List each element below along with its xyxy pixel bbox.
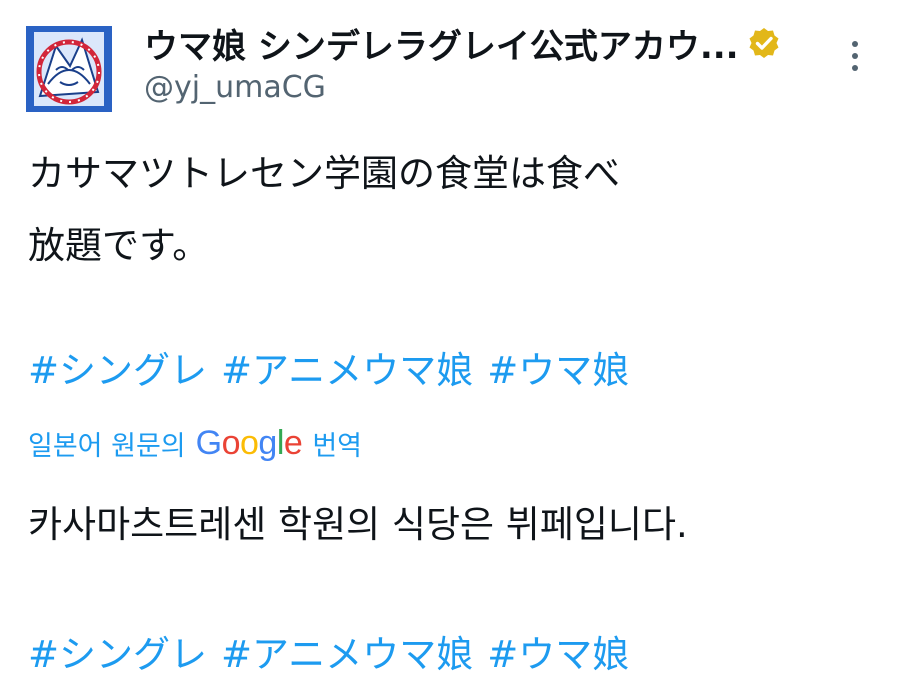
display-name[interactable]: ウマ娘 シンデレラグレイ公式アカウ... — [144, 19, 739, 68]
google-logo: Google — [195, 423, 303, 462]
tweet-text: カサマツトレセン学園の食堂は食べ 放題です。 — [28, 138, 888, 282]
tweet-hashtags: #シングレ #アニメウマ娘 #ウマ娘 — [28, 340, 629, 394]
author-handle[interactable]: @yj_umaCG — [144, 70, 326, 105]
verified-badge-icon — [747, 26, 781, 60]
hashtag-link[interactable]: #アニメウマ娘 — [221, 349, 473, 392]
tweet-text-line: 放題です。 — [28, 224, 210, 267]
translation-prefix: 일본어 원문의 — [28, 430, 186, 462]
hashtag-link[interactable]: #ウマ娘 — [487, 633, 629, 676]
author-name-row[interactable]: ウマ娘 シンデレラグレイ公式アカウ... — [144, 18, 781, 68]
tweet-container: ウマ娘 シンデレラグレイ公式アカウ... @yj_umaCG カサマツトレセン学… — [0, 0, 900, 698]
more-vertical-icon — [852, 41, 858, 47]
more-vertical-icon-dot — [852, 65, 858, 71]
hashtag-link[interactable]: #シングレ — [28, 633, 207, 676]
more-vertical-icon-dot — [852, 53, 858, 59]
tweet-text-line: カサマツトレセン学園の食堂は食べ — [28, 152, 620, 195]
hashtag-link[interactable]: #アニメウマ娘 — [221, 633, 473, 676]
avatar[interactable] — [26, 26, 112, 112]
translated-text: 카사마츠트레센 학원의 식당은 뷔페입니다. — [28, 503, 688, 546]
hashtag-link[interactable]: #ウマ娘 — [487, 349, 629, 392]
translation-suffix: 번역 — [312, 430, 363, 462]
translated-hashtags: #シングレ #アニメウマ娘 #ウマ娘 — [28, 624, 629, 678]
hashtag-link[interactable]: #シングレ — [28, 349, 207, 392]
more-options-button[interactable] — [838, 36, 872, 76]
translation-attribution[interactable]: 일본어 원문의 Google 번역 — [28, 420, 362, 466]
